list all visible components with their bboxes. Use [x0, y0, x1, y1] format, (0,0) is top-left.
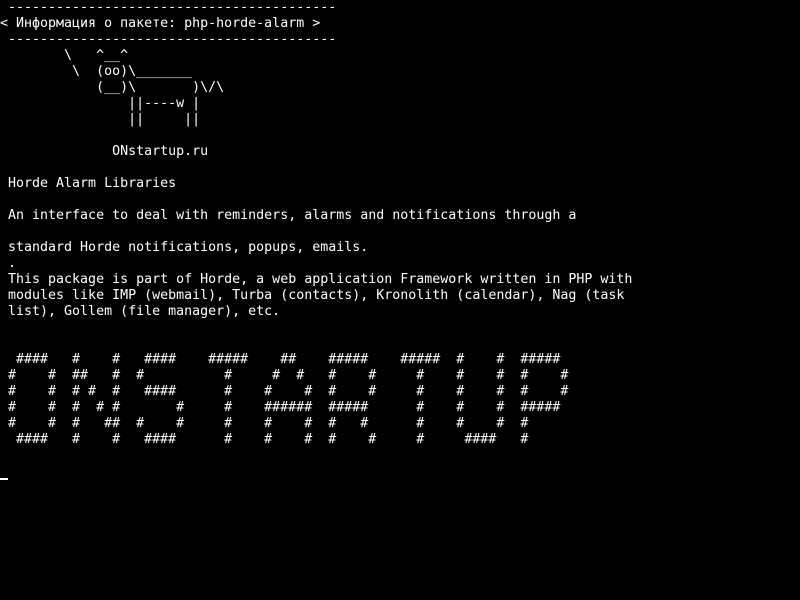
cow-art-line: \ ^__^ — [0, 48, 129, 63]
cow-art-line: ||----w | — [0, 96, 201, 111]
cow-art-line: \ (oo)\_______ — [0, 64, 193, 79]
package-summary-line: An interface to deal with reminders, ala… — [0, 208, 577, 223]
ascii-banner-line: # # # # # #### # # # # # # # # # # — [0, 384, 569, 399]
ascii-banner-line: #### # # #### # # # # # # #### # — [0, 432, 529, 447]
ascii-banner-line: # # # ## # # # # # # # # # # # — [0, 416, 529, 431]
description-separator: . — [0, 256, 17, 271]
ascii-banner-line: #### # # #### ##### ## ##### ##### # # #… — [0, 352, 561, 367]
cowsay-bubble-top: ----------------------------------------… — [0, 0, 337, 15]
cow-art-line: || || — [0, 112, 201, 127]
text-cursor — [0, 478, 8, 480]
cowsay-message: < Информация о пакете: php-horde-alarm > — [0, 16, 321, 31]
package-description-line: list), Gollem (file manager), etc. — [0, 304, 281, 319]
package-description-line: This package is part of Horde, a web app… — [0, 272, 633, 287]
ascii-banner-line: # # # # # # # ###### ##### # # # ##### — [0, 400, 561, 415]
terminal-screen[interactable]: ----------------------------------------… — [0, 0, 800, 600]
package-description-line: modules like IMP (webmail), Turba (conta… — [0, 288, 625, 303]
site-name: ONstartup.ru — [0, 144, 209, 159]
cowsay-bubble-bottom: ----------------------------------------… — [0, 32, 337, 47]
ascii-banner-line: # # ## # # # # # # # # # # # # — [0, 368, 569, 383]
cow-art-line: (__)\ )\/\ — [0, 80, 225, 95]
package-title: Horde Alarm Libraries — [0, 176, 177, 191]
package-summary-line: standard Horde notifications, popups, em… — [0, 240, 369, 255]
